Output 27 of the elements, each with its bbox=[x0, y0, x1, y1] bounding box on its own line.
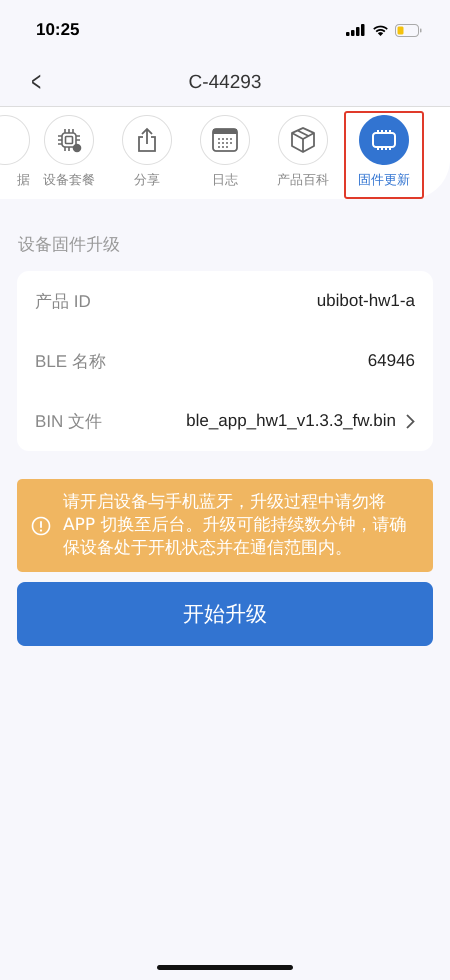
status-time: 10:25 bbox=[36, 20, 80, 40]
warning-text: 请开启设备与手机蓝牙，升级过程中请勿将 APP 切换至后台。升级可能持续数分钟，请确保设备处于开机状态并在通信范围内。 bbox=[63, 491, 408, 560]
field-label: 产品 ID bbox=[35, 290, 91, 312]
battery-icon bbox=[395, 24, 422, 36]
wifi-icon bbox=[372, 24, 389, 36]
start-upgrade-button[interactable]: 开始升级 bbox=[17, 582, 433, 646]
field-value: ubibot-hw1-a bbox=[316, 291, 415, 311]
chevron-right-icon[interactable] bbox=[406, 414, 415, 428]
file-link[interactable]: ble_app_hw1_v1.3.3_fw.bin bbox=[186, 411, 396, 431]
toolbar-item[interactable]: 设备套餐 bbox=[30, 111, 108, 199]
calendar-icon bbox=[212, 128, 238, 152]
toolbar-item[interactable]: 固件更新 bbox=[344, 111, 424, 199]
field-value: 64946 bbox=[368, 351, 415, 371]
toolbar-item[interactable]: 分享 bbox=[108, 111, 186, 199]
section-title: 设备固件升级 bbox=[18, 234, 121, 257]
toolbar-item[interactable]: 产品百科 bbox=[264, 111, 342, 199]
signal-icon bbox=[346, 24, 366, 36]
share-icon bbox=[135, 127, 159, 153]
alert-icon bbox=[31, 516, 51, 536]
field-label: BIN 文件 bbox=[35, 410, 102, 432]
chip-icon bbox=[56, 127, 82, 153]
back-button[interactable]: < bbox=[31, 66, 42, 98]
field-label: BLE 名称 bbox=[35, 350, 106, 372]
chip-icon bbox=[370, 129, 398, 151]
toolbar-item[interactable]: 日志 bbox=[186, 111, 264, 199]
page-title: C-44293 bbox=[188, 72, 262, 94]
box-icon bbox=[291, 127, 315, 153]
